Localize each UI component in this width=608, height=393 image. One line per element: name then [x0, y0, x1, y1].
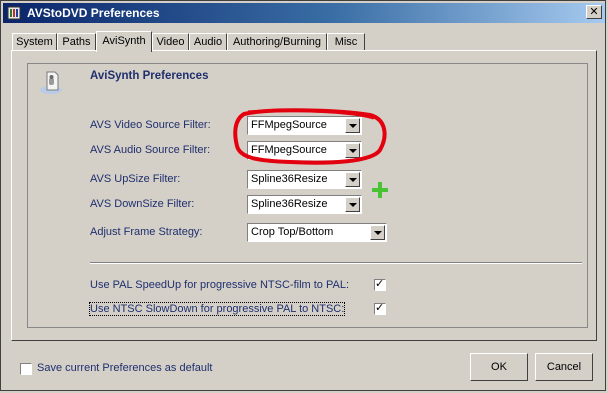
close-button[interactable]: ✕ [586, 5, 602, 19]
close-icon: ✕ [589, 5, 599, 18]
tab-audio[interactable]: Audio [189, 33, 227, 51]
pal-speedup-checkbox[interactable] [374, 277, 386, 291]
upsize-label: AVS UpSize Filter: [90, 173, 181, 185]
frame-strategy-value: Crop Top/Bottom [251, 226, 334, 238]
ntsc-slowdown-label: Use NTSC SlowDown for progressive PAL to… [88, 302, 346, 316]
video-source-value: FFMpegSource [251, 119, 327, 131]
chevron-down-icon[interactable] [345, 143, 360, 158]
audio-source-value: FFMpegSource [251, 144, 327, 156]
tab-avisynth[interactable]: AviSynth [96, 31, 152, 52]
chevron-down-icon[interactable] [370, 225, 385, 240]
save-default-label: Save current Preferences as default [37, 362, 213, 374]
cancel-button[interactable]: Cancel [535, 353, 593, 381]
pal-speedup-label: Use PAL SpeedUp for progressive NTSC-fil… [90, 279, 350, 291]
tab-system[interactable]: System [12, 33, 57, 51]
section-title: AviSynth Preferences [90, 70, 209, 82]
upsize-select[interactable]: Spline36Resize [247, 170, 362, 189]
tab-misc[interactable]: Misc [327, 33, 365, 51]
ok-button[interactable]: OK [470, 353, 528, 381]
window-title: AVStoDVD Preferences [27, 6, 160, 20]
ntsc-slowdown-checkbox[interactable] [374, 301, 386, 315]
chevron-down-icon[interactable] [345, 118, 360, 133]
chevron-down-icon[interactable] [345, 172, 360, 187]
plus-icon[interactable] [372, 182, 388, 198]
downsize-value: Spline36Resize [251, 198, 328, 210]
avisynth-icon [40, 71, 62, 94]
audio-source-label: AVS Audio Source Filter: [90, 144, 211, 156]
tab-authoring-burning[interactable]: Authoring/Burning [227, 33, 327, 51]
tab-video[interactable]: Video [152, 33, 189, 51]
tab-paths[interactable]: Paths [57, 33, 96, 51]
frame-strategy-select[interactable]: Crop Top/Bottom [247, 223, 387, 242]
save-default-checkbox[interactable] [20, 363, 32, 375]
video-source-label: AVS Video Source Filter: [90, 119, 211, 131]
divider [90, 262, 582, 264]
downsize-label: AVS DownSize Filter: [90, 198, 195, 210]
upsize-value: Spline36Resize [251, 173, 328, 185]
app-icon [7, 6, 21, 20]
frame-strategy-label: Adjust Frame Strategy: [90, 226, 203, 238]
audio-source-select[interactable]: FFMpegSource [247, 141, 362, 160]
video-source-select[interactable]: FFMpegSource [247, 116, 362, 135]
title-bar[interactable]: AVStoDVD Preferences ✕ [3, 3, 605, 23]
downsize-select[interactable]: Spline36Resize [247, 195, 362, 214]
chevron-down-icon[interactable] [345, 197, 360, 212]
